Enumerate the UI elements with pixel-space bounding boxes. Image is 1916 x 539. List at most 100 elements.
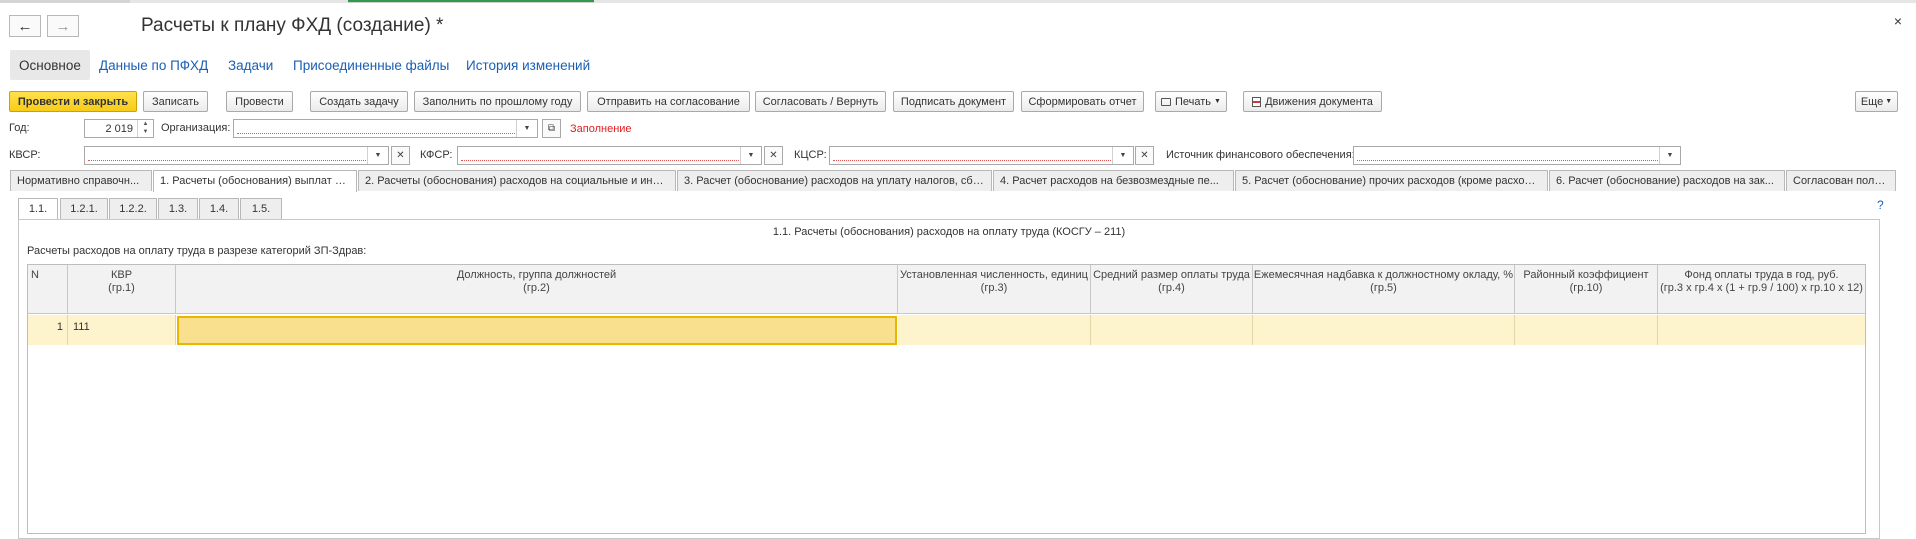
year-value: 2 019 — [105, 123, 133, 135]
column-header-kvr[interactable]: КВР (гр.1) — [68, 265, 176, 313]
column-header-label: N — [31, 269, 39, 281]
column-header-label: Районный коэффициент — [1523, 269, 1649, 281]
source-field[interactable]: ▼ — [1353, 146, 1681, 165]
kcsr-label: КЦСР: — [794, 149, 827, 161]
close-icon[interactable]: × — [1894, 13, 1902, 29]
nav-tab-tasks[interactable]: Задачи — [219, 50, 282, 80]
open-icon[interactable]: ⧉ — [542, 119, 561, 138]
organization-field[interactable]: ▼ — [233, 119, 538, 138]
column-header-label: Ежемесячная надбавка к должностному окла… — [1253, 269, 1514, 281]
column-header-label: Фонд оплаты труда в год, руб. — [1684, 269, 1839, 281]
column-header-bonus[interactable]: Ежемесячная надбавка к должностному окла… — [1253, 265, 1515, 313]
page-tab-2[interactable]: 2. Расчеты (обоснования) расходов на соц… — [358, 170, 676, 191]
kvsr-field[interactable]: ▼ — [84, 146, 389, 165]
column-header-n[interactable]: N — [28, 265, 68, 313]
column-header-sub: (гр.3) — [980, 282, 1008, 294]
movements-label: Движения документа — [1265, 95, 1373, 108]
column-header-coef[interactable]: Районный коэффициент (гр.10) — [1515, 265, 1658, 313]
print-button[interactable]: Печать ▼ — [1155, 91, 1227, 112]
table-cell-kvr[interactable]: 111 — [68, 315, 176, 345]
kfsr-label: КФСР: — [420, 149, 453, 161]
page-tab-1[interactable]: 1. Расчеты (обоснования) выплат п... — [153, 170, 357, 192]
back-button[interactable]: ← — [9, 15, 41, 37]
status-text: Заполнение — [570, 123, 632, 135]
chevron-down-icon[interactable]: ▼ — [516, 120, 537, 137]
clear-icon[interactable]: ✕ — [764, 146, 783, 165]
table-cell-position[interactable] — [177, 316, 897, 345]
sign-document-button[interactable]: Подписать документ — [893, 91, 1014, 112]
print-label: Печать — [1175, 95, 1212, 108]
create-task-button[interactable]: Создать задачу — [310, 91, 408, 112]
sub-tab-1-2-1[interactable]: 1.2.1. — [60, 198, 108, 219]
table-cell-n[interactable]: 1 — [28, 315, 68, 345]
stepper-icon[interactable]: ▲ ▼ — [137, 120, 153, 137]
year-field[interactable]: 2 019 ▲ ▼ — [84, 119, 154, 138]
column-header-label: КВР — [110, 269, 133, 281]
clear-icon[interactable]: ✕ — [1135, 146, 1154, 165]
make-report-button[interactable]: Сформировать отчет — [1021, 91, 1144, 112]
more-label: Еще — [1860, 95, 1884, 108]
send-approval-button[interactable]: Отправить на согласование — [587, 91, 750, 112]
table-cell-coef[interactable] — [1515, 315, 1658, 345]
chevron-down-icon[interactable]: ▼ — [740, 147, 761, 164]
fill-last-year-button[interactable]: Заполнить по прошлому году — [414, 91, 581, 112]
page-tab-approved[interactable]: Согласован поль... — [1786, 170, 1896, 191]
column-header-sub: (гр.2) — [523, 282, 550, 294]
column-header-position[interactable]: Должность, группа должностей (гр.2) — [176, 265, 898, 313]
approve-return-button[interactable]: Согласовать / Вернуть — [755, 91, 886, 112]
header-divider — [28, 313, 1865, 314]
table-cell-avg-pay[interactable] — [1091, 315, 1253, 345]
sub-tab-1-3[interactable]: 1.3. — [158, 198, 198, 219]
table-cell-fund[interactable] — [1658, 315, 1865, 345]
column-header-sub: (гр.3 х гр.4 х (1 + гр.9 / 100) х гр.10 … — [1660, 282, 1863, 294]
kvsr-label: КВСР: — [9, 149, 41, 161]
chevron-down-icon: ▼ — [1885, 98, 1893, 105]
page-tab-3[interactable]: 3. Расчет (обоснование) расходов на упла… — [677, 170, 992, 191]
sub-tab-1-2-2[interactable]: 1.2.2. — [109, 198, 157, 219]
page-tab-4[interactable]: 4. Расчет расходов на безвозмездные пе..… — [993, 170, 1234, 191]
page-tab-reference[interactable]: Нормативно справочн... — [10, 170, 152, 191]
column-header-sub: (гр.10) — [1569, 282, 1603, 294]
kcsr-field[interactable]: ▼ — [829, 146, 1134, 165]
column-header-avg-pay[interactable]: Средний размер оплаты труда (гр.4) — [1091, 265, 1253, 313]
page-tab-5[interactable]: 5. Расчет (обоснование) прочих расходов … — [1235, 170, 1548, 191]
section-caption: Расчеты расходов на оплату труда в разре… — [27, 245, 367, 257]
page-tab-6[interactable]: 6. Расчет (обоснование) расходов на зак.… — [1549, 170, 1785, 191]
chevron-down-icon: ▼ — [1214, 98, 1221, 105]
arrow-left-icon: ← — [17, 17, 33, 35]
nav-tab-files[interactable]: Присоединенные файлы — [284, 50, 458, 80]
column-header-count[interactable]: Установленная численность, единиц (гр.3) — [898, 265, 1091, 313]
column-header-sub: (гр.1) — [108, 282, 135, 294]
section-title: 1.1. Расчеты (обоснования) расходов на о… — [772, 226, 1126, 238]
document-movements-button[interactable]: Движения документа — [1243, 91, 1382, 112]
year-label: Год: — [9, 122, 30, 134]
help-icon[interactable]: ? — [1877, 198, 1884, 212]
chevron-down-icon[interactable]: ▼ — [367, 147, 388, 164]
arrow-right-icon: → — [55, 17, 71, 35]
column-header-label: Должность, группа должностей — [456, 269, 617, 281]
forward-button[interactable]: → — [47, 15, 79, 37]
nav-tab-main[interactable]: Основное — [10, 50, 90, 80]
nav-tab-history[interactable]: История изменений — [457, 50, 599, 80]
table-cell-count[interactable] — [898, 315, 1091, 345]
printer-icon — [1161, 97, 1171, 106]
sub-tab-1-5[interactable]: 1.5. — [240, 198, 282, 219]
source-label: Источник финансового обеспечения: — [1166, 149, 1355, 161]
chevron-down-icon[interactable]: ▼ — [1659, 147, 1680, 164]
more-button[interactable]: Еще ▼ — [1855, 91, 1898, 112]
clear-icon[interactable]: ✕ — [391, 146, 410, 165]
post-and-close-button[interactable]: Провести и закрыть — [9, 91, 137, 112]
column-header-sub: (гр.5) — [1370, 282, 1397, 294]
sub-tab-1-4[interactable]: 1.4. — [199, 198, 239, 219]
save-button[interactable]: Записать — [143, 91, 208, 112]
top-strip — [0, 0, 1916, 3]
chevron-down-icon[interactable]: ▼ — [1112, 147, 1133, 164]
nav-tab-pfhd[interactable]: Данные по ПФХД — [90, 50, 217, 80]
column-header-fund[interactable]: Фонд оплаты труда в год, руб. (гр.3 х гр.… — [1658, 265, 1865, 313]
sub-tab-1-1[interactable]: 1.1. — [18, 198, 58, 220]
table-cell-bonus[interactable] — [1253, 315, 1515, 345]
movements-icon — [1252, 96, 1262, 107]
post-button[interactable]: Провести — [226, 91, 293, 112]
column-header-sub: (гр.4) — [1158, 282, 1185, 294]
kfsr-field[interactable]: ▼ — [457, 146, 762, 165]
